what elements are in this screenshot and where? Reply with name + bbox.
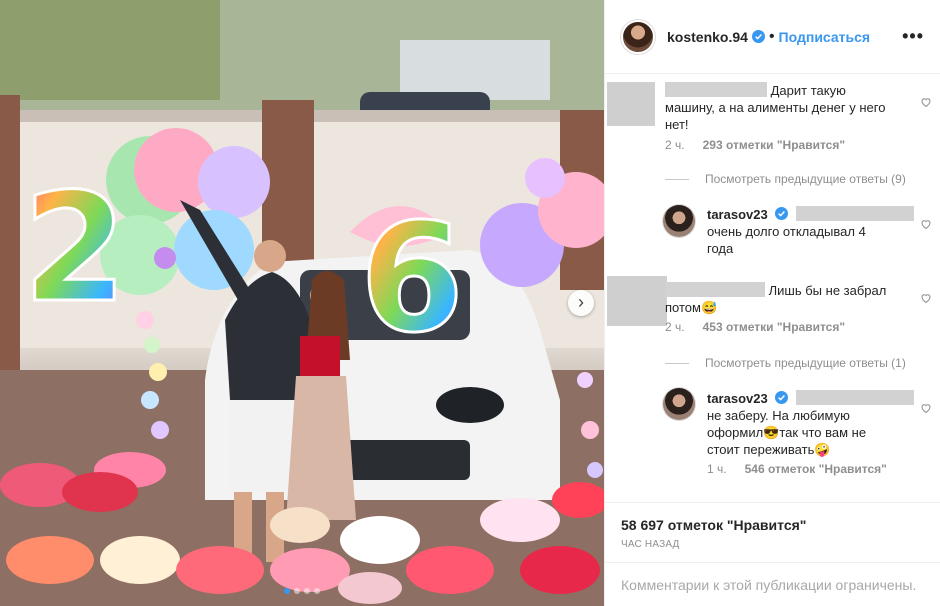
comment-text: Дарит такую машину, а на алименты денег … <box>665 82 915 133</box>
comment-line: Лишь бы не забрал <box>768 283 887 298</box>
comment-line: нет! <box>665 117 689 132</box>
post-footer: 58 697 отметок "Нравится" ЧАС НАЗАД Комм… <box>605 502 940 606</box>
woman-skirt <box>286 376 356 520</box>
woman-top <box>300 336 340 376</box>
comment-line: года <box>707 241 734 256</box>
post-time[interactable]: ЧАС НАЗАД <box>621 539 680 550</box>
redacted-mention <box>795 390 914 405</box>
verified-badge-icon <box>775 391 789 404</box>
balloon-number-left: 2 <box>23 162 127 336</box>
like-heart-icon[interactable] <box>920 218 932 230</box>
reply-username[interactable]: tarasov23 <box>707 391 768 406</box>
more-options-icon[interactable]: ••• <box>902 26 924 47</box>
comment-time: 2 ч. <box>665 138 685 152</box>
comment-line: стоит переживать🤪 <box>707 442 831 457</box>
photo-illustration: 2 6 <box>0 0 604 606</box>
post-photo[interactable]: 2 6 › <box>0 0 604 606</box>
comment-line: потом😅 <box>665 300 718 315</box>
comment-likes[interactable]: 293 отметки "Нравится" <box>703 138 845 152</box>
comment-line: не заберу. На любимую <box>707 408 850 423</box>
redacted-mention <box>795 206 914 221</box>
redacted-username <box>665 282 765 297</box>
comment-text: Лишь бы не забрал потом😅 <box>665 282 915 316</box>
comments-restricted-notice: Комментарии к этой публикации ограничены… <box>605 562 940 606</box>
follow-button[interactable]: Подписаться <box>779 29 871 45</box>
reply-username[interactable]: tarasov23 <box>707 207 768 222</box>
balloon-number-right: 6 <box>360 192 464 366</box>
view-previous-replies-button[interactable]: Посмотреть предыдущие ответы (9) <box>665 172 906 186</box>
comment-meta: 2 ч. 453 отметки "Нравится" <box>665 320 845 334</box>
carousel-dot <box>294 588 300 594</box>
author-username[interactable]: kostenko.94 <box>667 29 748 45</box>
separator-dot: • <box>768 27 775 45</box>
redacted-avatar <box>607 82 655 126</box>
reply-avatar[interactable] <box>663 388 695 420</box>
view-previous-replies-button[interactable]: Посмотреть предыдущие ответы (1) <box>665 356 906 370</box>
reply-text: tarasov23 очень долго откладывал 4 года <box>707 206 917 257</box>
redacted-username <box>665 82 767 97</box>
comment-line: оформил😎так что вам не <box>707 425 867 440</box>
divider-line <box>665 362 689 364</box>
instagram-post: 2 6 › kostenko.94 • Подписаться ••• Дари… <box>0 0 940 606</box>
post-likes-count[interactable]: 58 697 отметок "Нравится" <box>621 517 806 533</box>
reply-avatar[interactable] <box>663 205 695 237</box>
comments-list[interactable]: Дарит такую машину, а на алименты денег … <box>605 74 940 502</box>
like-heart-icon[interactable] <box>920 96 932 108</box>
comment-line: машину, а на алименты денег у него <box>665 100 886 115</box>
carousel-dot <box>314 588 320 594</box>
verified-badge-icon <box>775 207 789 220</box>
comment-likes[interactable]: 546 отметок "Нравится" <box>745 462 887 476</box>
car-grille <box>340 440 470 480</box>
brick-pillar-left <box>0 95 20 375</box>
carousel-dot <box>304 588 310 594</box>
comment-meta: 1 ч. 546 отметок "Нравится" <box>707 462 887 476</box>
reply-text: tarasov23 не заберу. На любимую оформил😎… <box>707 390 917 458</box>
divider-line <box>665 178 689 180</box>
verified-badge-icon <box>751 30 765 43</box>
author-avatar[interactable] <box>621 19 655 54</box>
like-heart-icon[interactable] <box>920 292 932 304</box>
comment-likes[interactable]: 453 отметки "Нравится" <box>703 320 845 334</box>
comment-line: очень долго откладывал 4 <box>707 224 866 239</box>
carousel-dots <box>0 588 604 594</box>
carousel-dot <box>284 588 290 594</box>
man-head <box>254 240 286 272</box>
comment-time: 1 ч. <box>707 462 727 476</box>
comment-line: Дарит такую <box>770 83 846 98</box>
redacted-avatar <box>607 276 667 326</box>
man-shorts <box>228 400 290 492</box>
like-heart-icon[interactable] <box>920 402 932 414</box>
truck <box>400 40 550 100</box>
post-sidebar: kostenko.94 • Подписаться ••• Дарит таку… <box>604 0 940 606</box>
post-header: kostenko.94 • Подписаться ••• <box>605 0 940 74</box>
comment-time: 2 ч. <box>665 320 685 334</box>
comment-meta: 2 ч. 293 отметки "Нравится" <box>665 138 845 152</box>
carousel-next-button[interactable]: › <box>568 290 594 316</box>
car-headlight <box>436 387 504 423</box>
